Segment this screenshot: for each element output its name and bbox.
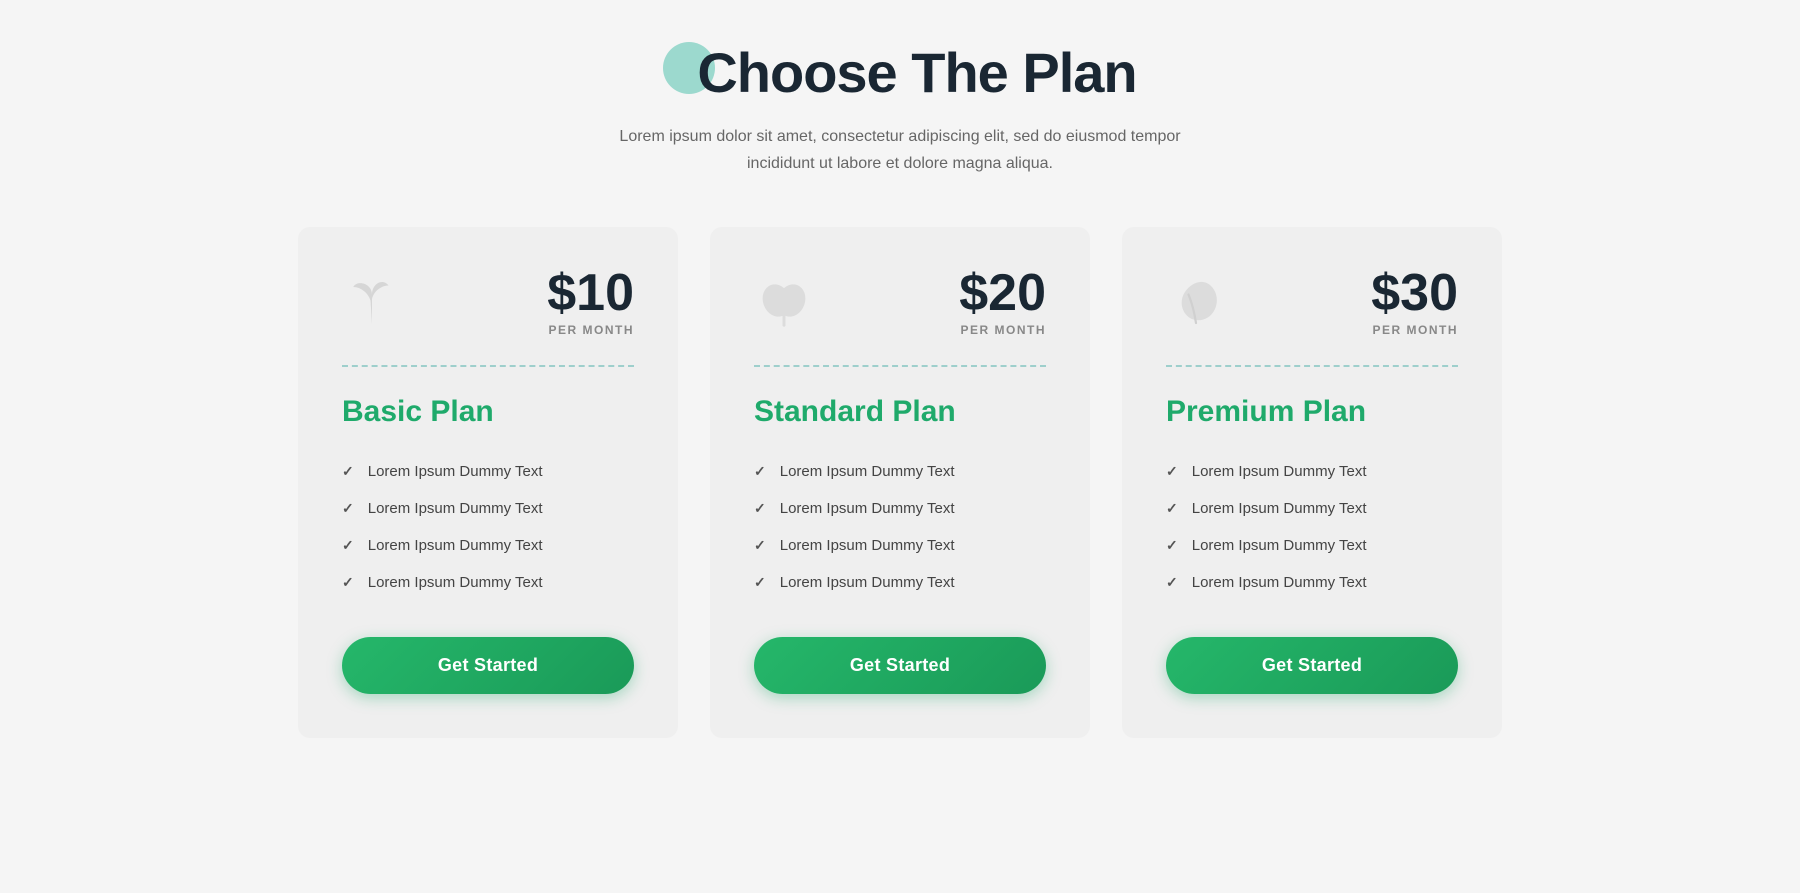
page-title: Choose The Plan [697,40,1136,105]
check-icon: ✓ [754,574,766,591]
check-icon: ✓ [342,463,354,480]
feature-item: ✓ Lorem Ipsum Dummy Text [342,564,634,601]
feature-text: Lorem Ipsum Dummy Text [1192,537,1367,554]
price-period: PER MONTH [959,323,1046,337]
plan-name: Standard Plan [754,395,1046,429]
price-amount: $10 [547,267,634,319]
feature-text: Lorem Ipsum Dummy Text [368,463,543,480]
plan-name: Premium Plan [1166,395,1458,429]
feature-text: Lorem Ipsum Dummy Text [368,500,543,517]
feature-text: Lorem Ipsum Dummy Text [780,574,955,591]
plan-card-standard: $20 PER MONTH Standard Plan ✓ Lorem Ipsu… [710,227,1090,738]
price-block: $30 PER MONTH [1371,267,1458,337]
plan-icon-standard [754,272,814,332]
plan-icon-basic [342,272,402,332]
card-divider [754,365,1046,367]
feature-text: Lorem Ipsum Dummy Text [780,537,955,554]
check-icon: ✓ [342,574,354,591]
features-list: ✓ Lorem Ipsum Dummy Text ✓ Lorem Ipsum D… [342,453,634,601]
price-block: $10 PER MONTH [547,267,634,337]
feature-text: Lorem Ipsum Dummy Text [780,463,955,480]
pricing-cards-container: $10 PER MONTH Basic Plan ✓ Lorem Ipsum D… [250,227,1550,738]
plan-icon-premium [1166,272,1226,332]
feature-text: Lorem Ipsum Dummy Text [780,500,955,517]
check-icon: ✓ [342,537,354,554]
feature-text: Lorem Ipsum Dummy Text [1192,574,1367,591]
check-icon: ✓ [1166,574,1178,591]
title-wrapper: Choose The Plan [600,40,1200,105]
check-icon: ✓ [342,500,354,517]
feature-text: Lorem Ipsum Dummy Text [1192,500,1367,517]
features-list: ✓ Lorem Ipsum Dummy Text ✓ Lorem Ipsum D… [754,453,1046,601]
check-icon: ✓ [1166,537,1178,554]
feature-item: ✓ Lorem Ipsum Dummy Text [342,527,634,564]
card-top: $30 PER MONTH [1166,267,1458,337]
feature-text: Lorem Ipsum Dummy Text [1192,463,1367,480]
card-divider [342,365,634,367]
get-started-button-premium[interactable]: Get Started [1166,637,1458,694]
check-icon: ✓ [754,463,766,480]
plan-card-basic: $10 PER MONTH Basic Plan ✓ Lorem Ipsum D… [298,227,678,738]
card-divider [1166,365,1458,367]
feature-text: Lorem Ipsum Dummy Text [368,574,543,591]
check-icon: ✓ [1166,463,1178,480]
feature-item: ✓ Lorem Ipsum Dummy Text [1166,527,1458,564]
price-amount: $30 [1371,267,1458,319]
feature-text: Lorem Ipsum Dummy Text [368,537,543,554]
feature-item: ✓ Lorem Ipsum Dummy Text [754,490,1046,527]
get-started-button-basic[interactable]: Get Started [342,637,634,694]
feature-item: ✓ Lorem Ipsum Dummy Text [342,490,634,527]
feature-item: ✓ Lorem Ipsum Dummy Text [1166,453,1458,490]
price-amount: $20 [959,267,1046,319]
feature-item: ✓ Lorem Ipsum Dummy Text [754,564,1046,601]
price-period: PER MONTH [1371,323,1458,337]
feature-item: ✓ Lorem Ipsum Dummy Text [342,453,634,490]
features-list: ✓ Lorem Ipsum Dummy Text ✓ Lorem Ipsum D… [1166,453,1458,601]
feature-item: ✓ Lorem Ipsum Dummy Text [754,527,1046,564]
check-icon: ✓ [1166,500,1178,517]
check-icon: ✓ [754,500,766,517]
card-top: $10 PER MONTH [342,267,634,337]
plan-name: Basic Plan [342,395,634,429]
feature-item: ✓ Lorem Ipsum Dummy Text [1166,564,1458,601]
page-subtitle: Lorem ipsum dolor sit amet, consectetur … [600,123,1200,177]
get-started-button-standard[interactable]: Get Started [754,637,1046,694]
card-top: $20 PER MONTH [754,267,1046,337]
price-period: PER MONTH [547,323,634,337]
page-header: Choose The Plan Lorem ipsum dolor sit am… [600,40,1200,177]
feature-item: ✓ Lorem Ipsum Dummy Text [1166,490,1458,527]
price-block: $20 PER MONTH [959,267,1046,337]
plan-card-premium: $30 PER MONTH Premium Plan ✓ Lorem Ipsum… [1122,227,1502,738]
feature-item: ✓ Lorem Ipsum Dummy Text [754,453,1046,490]
check-icon: ✓ [754,537,766,554]
